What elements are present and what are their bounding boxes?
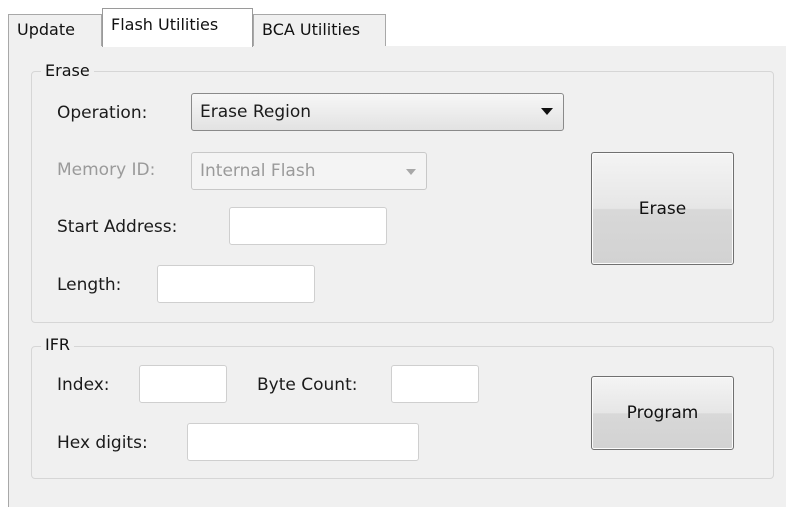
length-field[interactable]	[157, 265, 315, 303]
index-label: Index:	[57, 375, 110, 395]
ifr-group-title: IFR	[41, 336, 75, 354]
tab-flash-utilities[interactable]: Flash Utilities	[102, 8, 253, 47]
operation-select[interactable]: Erase Region	[191, 93, 564, 131]
tab-bca-utilities[interactable]: BCA Utilities	[253, 14, 386, 46]
start-address-label: Start Address:	[57, 217, 178, 237]
byte-count-field[interactable]	[391, 365, 479, 403]
hex-digits-field[interactable]	[187, 423, 419, 461]
tab-update-label: Update	[17, 20, 75, 39]
erase-button[interactable]: Erase	[591, 152, 734, 265]
program-button[interactable]: Program	[591, 376, 734, 450]
tab-bca-utilities-label: BCA Utilities	[262, 20, 361, 39]
memory-id-select[interactable]: Internal Flash	[191, 152, 427, 190]
byte-count-label: Byte Count:	[257, 375, 358, 395]
operation-select-value: Erase Region	[200, 102, 312, 122]
tab-update[interactable]: Update	[8, 14, 102, 46]
operation-label: Operation:	[57, 103, 148, 123]
hex-digits-label: Hex digits:	[57, 433, 148, 453]
chevron-down-icon	[541, 108, 553, 115]
length-label: Length:	[57, 275, 122, 295]
chevron-down-icon	[406, 169, 416, 175]
memory-id-select-value: Internal Flash	[200, 161, 316, 181]
erase-group-title: Erase	[41, 62, 94, 80]
memory-id-label: Memory ID:	[57, 160, 156, 180]
erase-button-label: Erase	[638, 198, 687, 219]
index-field[interactable]	[139, 365, 227, 403]
start-address-field[interactable]	[229, 207, 387, 245]
flash-utilities-panel: Erase Operation: Erase Region Memory ID:…	[8, 46, 786, 507]
program-button-label: Program	[626, 403, 699, 423]
tab-flash-utilities-label: Flash Utilities	[111, 15, 219, 34]
